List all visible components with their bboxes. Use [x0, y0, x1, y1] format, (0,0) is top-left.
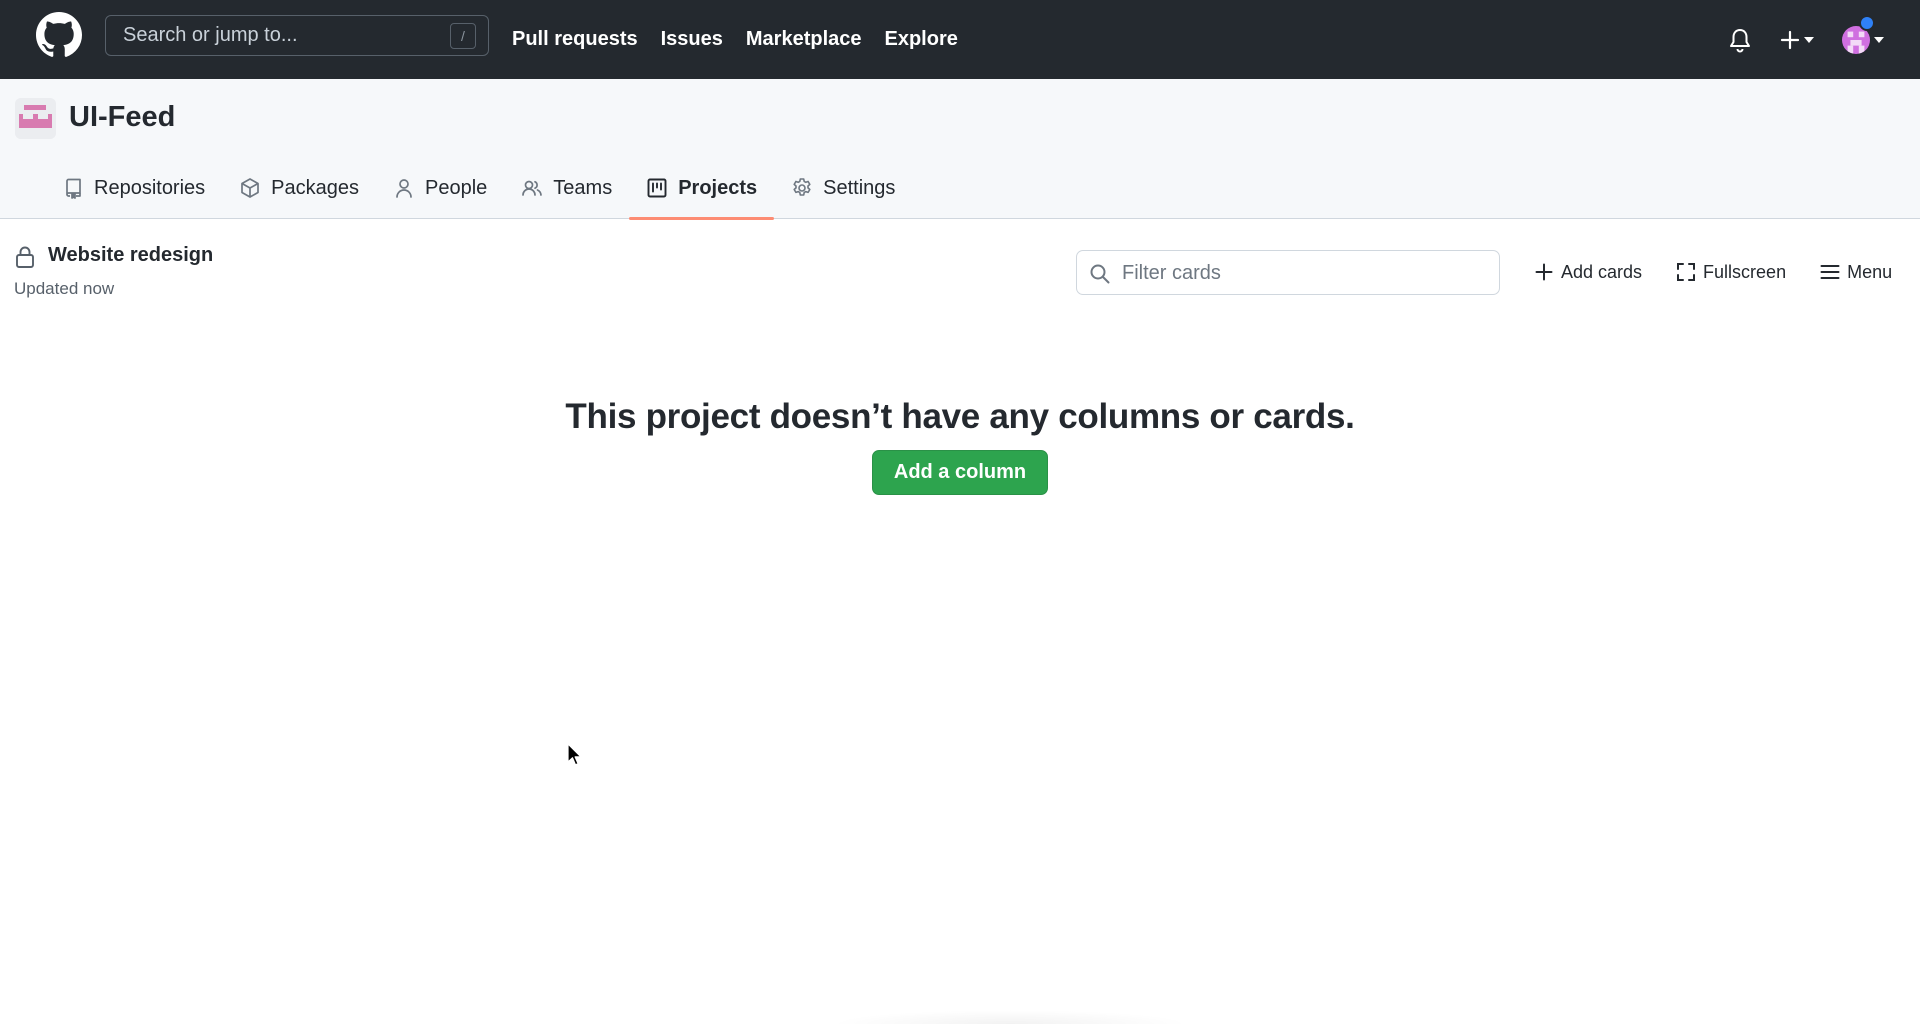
global-nav: Pull requests Issues Marketplace Explore [512, 0, 958, 79]
project-title[interactable]: Website redesign [48, 244, 213, 267]
header-actions [1728, 0, 1884, 79]
fullscreen-label: Fullscreen [1703, 261, 1787, 282]
search-shortcut-key: / [450, 23, 476, 49]
package-icon [241, 178, 260, 198]
plus-icon [1535, 263, 1553, 281]
fullscreen-icon [1677, 263, 1696, 281]
nav-explore[interactable]: Explore [885, 28, 958, 51]
page-bottom-shadow [830, 1010, 1190, 1024]
github-logo-icon[interactable] [36, 12, 82, 58]
org-tabs: Repositories Packages People Teams Proje… [45, 157, 912, 220]
tab-settings-label: Settings [823, 176, 896, 199]
tab-packages-label: Packages [271, 176, 360, 199]
tab-teams-label: Teams [553, 176, 613, 199]
org-header: UI-Feed Repositories Packages People Tea… [0, 79, 1920, 220]
nav-marketplace[interactable]: Marketplace [746, 28, 862, 51]
lock-icon [16, 246, 34, 268]
nav-issues[interactable]: Issues [661, 28, 723, 51]
mouse-cursor-icon [567, 743, 582, 766]
filter-cards-input[interactable] [1122, 259, 1482, 287]
hamburger-menu-icon [1820, 265, 1840, 279]
tab-settings[interactable]: Settings [774, 157, 912, 219]
project-actions: Add cards Fullscreen Menu [1534, 252, 1892, 292]
chevron-down-icon [1874, 36, 1884, 43]
people-icon [522, 180, 543, 196]
fullscreen-button[interactable]: Fullscreen [1676, 262, 1786, 283]
tab-teams[interactable]: Teams [504, 157, 629, 219]
tab-people-label: People [425, 176, 488, 199]
global-search[interactable]: / [105, 15, 489, 56]
repo-icon [66, 178, 81, 199]
tab-projects-label: Projects [678, 176, 758, 199]
add-column-button[interactable]: Add a column [872, 450, 1048, 495]
menu-label: Menu [1847, 261, 1893, 282]
user-menu-button[interactable] [1842, 14, 1884, 54]
global-header: / Pull requests Issues Marketplace Explo… [0, 0, 1920, 79]
notification-dot [1859, 14, 1875, 31]
project-updated-status: Updated now [14, 279, 115, 298]
tab-repositories-label: Repositories [94, 176, 206, 199]
person-icon [396, 179, 412, 198]
org-avatar[interactable] [15, 98, 56, 139]
tab-projects[interactable]: Projects [629, 157, 775, 220]
menu-button[interactable]: Menu [1820, 262, 1892, 283]
tab-packages[interactable]: Packages [222, 157, 376, 219]
add-cards-label: Add cards [1561, 261, 1643, 282]
plus-icon [1780, 30, 1800, 49]
global-search-input[interactable] [106, 24, 426, 47]
tab-repositories[interactable]: Repositories [45, 157, 222, 219]
gear-icon [793, 178, 811, 196]
tab-people[interactable]: People [376, 157, 504, 219]
filter-cards-field[interactable] [1076, 250, 1500, 295]
create-new-button[interactable] [1780, 30, 1814, 50]
org-name[interactable]: UI-Feed [69, 101, 175, 134]
empty-state-title: This project doesn’t have any columns or… [565, 397, 1355, 436]
search-icon [1090, 264, 1110, 284]
bell-icon[interactable] [1728, 27, 1752, 53]
project-icon [647, 178, 667, 198]
nav-pull-requests[interactable]: Pull requests [512, 28, 638, 51]
add-cards-button[interactable]: Add cards [1534, 262, 1642, 283]
chevron-down-icon [1804, 36, 1814, 43]
